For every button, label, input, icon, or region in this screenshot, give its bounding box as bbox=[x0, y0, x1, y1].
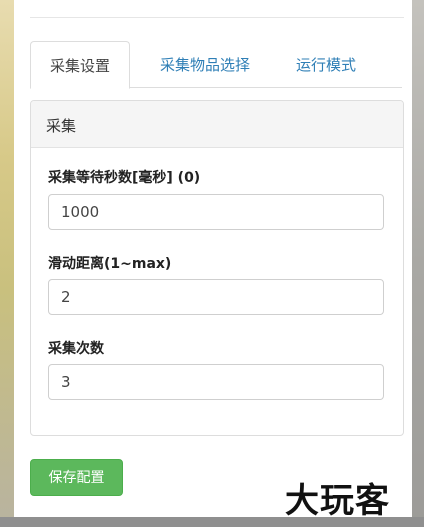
slide-distance-input[interactable]: 2 bbox=[48, 279, 384, 315]
settings-panel: 采集设置 采集物品选择 运行模式 采集 采集等待秒数[毫秒] (0) 1000 … bbox=[14, 0, 412, 517]
watermark-logo: 大玩客 bbox=[285, 481, 390, 521]
tab-collect-item-select[interactable]: 采集物品选择 bbox=[148, 41, 262, 87]
save-config-button[interactable]: 保存配置 bbox=[30, 459, 123, 496]
background-left bbox=[0, 0, 14, 527]
tab-collect-settings[interactable]: 采集设置 bbox=[30, 41, 130, 89]
wait-time-label: 采集等待秒数[毫秒] (0) bbox=[48, 170, 201, 186]
group-header: 采集 bbox=[31, 101, 403, 148]
tab-run-mode[interactable]: 运行模式 bbox=[284, 41, 368, 87]
wait-time-input[interactable]: 1000 bbox=[48, 194, 384, 230]
tab-bar: 采集设置 采集物品选择 运行模式 bbox=[30, 41, 402, 89]
collect-count-label: 采集次数 bbox=[48, 341, 104, 357]
collect-group: 采集 采集等待秒数[毫秒] (0) 1000 滑动距离(1~max) 2 采集次… bbox=[30, 100, 404, 436]
divider bbox=[30, 17, 404, 18]
collect-count-input[interactable]: 3 bbox=[48, 364, 384, 400]
slide-distance-label: 滑动距离(1~max) bbox=[48, 256, 172, 272]
background-right bbox=[412, 0, 424, 527]
